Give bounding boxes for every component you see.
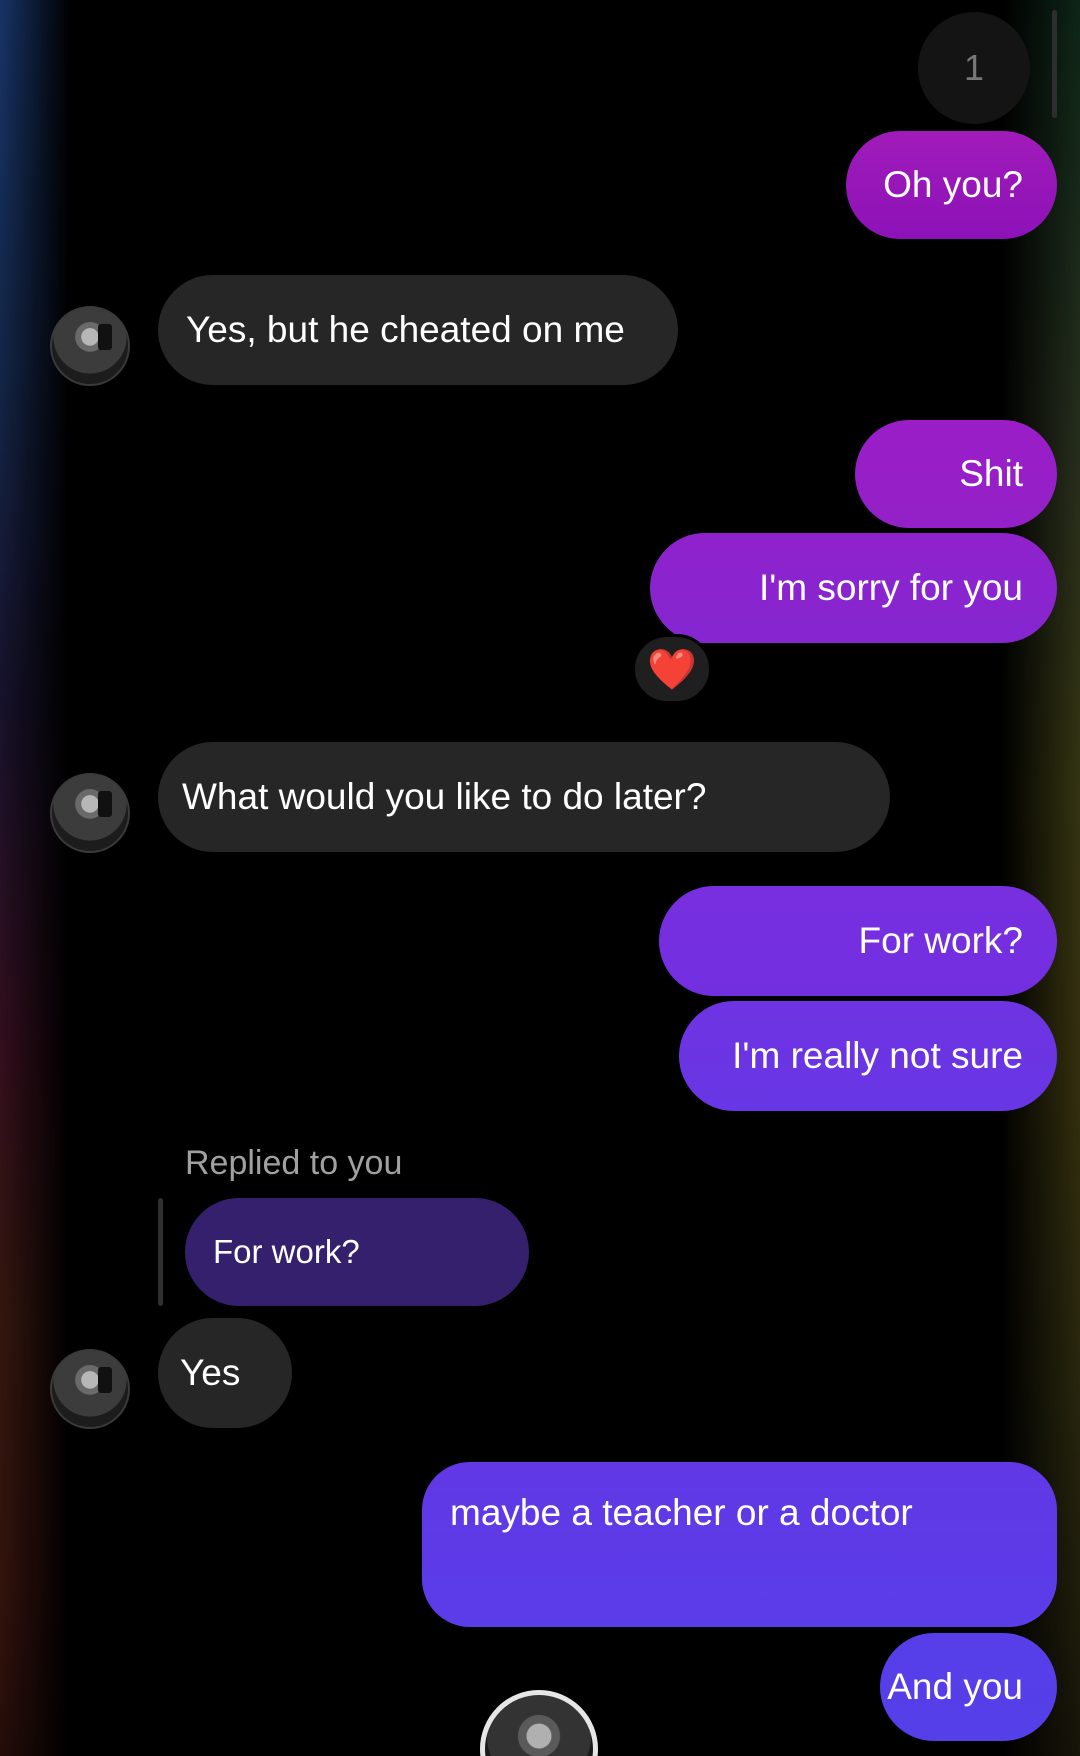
message-text: Yes — [180, 1352, 241, 1393]
message-text: What would you like to do later? — [182, 776, 707, 817]
message-text: Yes, but he cheated on me — [186, 309, 625, 350]
heart-icon: ❤️ — [647, 647, 697, 692]
outgoing-message-bubble[interactable]: Shit — [855, 420, 1057, 528]
message-text: Oh you? — [883, 164, 1023, 205]
heart-reaction[interactable]: ❤️ — [632, 634, 712, 704]
message-text: maybe a teacher or a doctor — [450, 1492, 913, 1533]
typing-indicator-avatar — [480, 1690, 598, 1756]
incoming-message-bubble[interactable]: What would you like to do later? — [158, 742, 890, 852]
outgoing-message-bubble[interactable]: Oh you? — [846, 131, 1057, 239]
scrollbar[interactable] — [1052, 10, 1057, 118]
message-text: For work? — [858, 920, 1023, 961]
message-text: And you — [887, 1666, 1023, 1707]
contact-avatar[interactable] — [50, 1349, 130, 1429]
incoming-message-bubble[interactable]: Yes — [158, 1318, 292, 1428]
reply-label: Replied to you — [185, 1144, 403, 1182]
ambient-glow-left — [0, 0, 70, 1756]
outgoing-message-bubble[interactable]: I'm really not sure — [679, 1001, 1057, 1111]
message-text: I'm really not sure — [732, 1035, 1023, 1076]
outgoing-message-bubble[interactable]: And you — [880, 1633, 1057, 1741]
quoted-text: For work? — [213, 1233, 360, 1270]
scroll-position-badge[interactable]: 1 — [918, 12, 1030, 124]
quoted-message[interactable]: For work? — [185, 1198, 529, 1306]
outgoing-message-bubble[interactable]: maybe a teacher or a doctor — [422, 1462, 1057, 1627]
contact-avatar[interactable] — [50, 306, 130, 386]
message-text: Shit — [959, 453, 1023, 494]
reply-indicator-line — [158, 1198, 163, 1306]
chat-screen: 1 Oh you? Yes, but he cheated on me Shit… — [0, 0, 1080, 1756]
message-text: I'm sorry for you — [758, 567, 1023, 608]
outgoing-message-bubble[interactable]: I'm sorry for you — [650, 533, 1057, 643]
contact-avatar[interactable] — [50, 773, 130, 853]
outgoing-message-bubble[interactable]: For work? — [659, 886, 1057, 996]
incoming-message-bubble[interactable]: Yes, but he cheated on me — [158, 275, 678, 385]
